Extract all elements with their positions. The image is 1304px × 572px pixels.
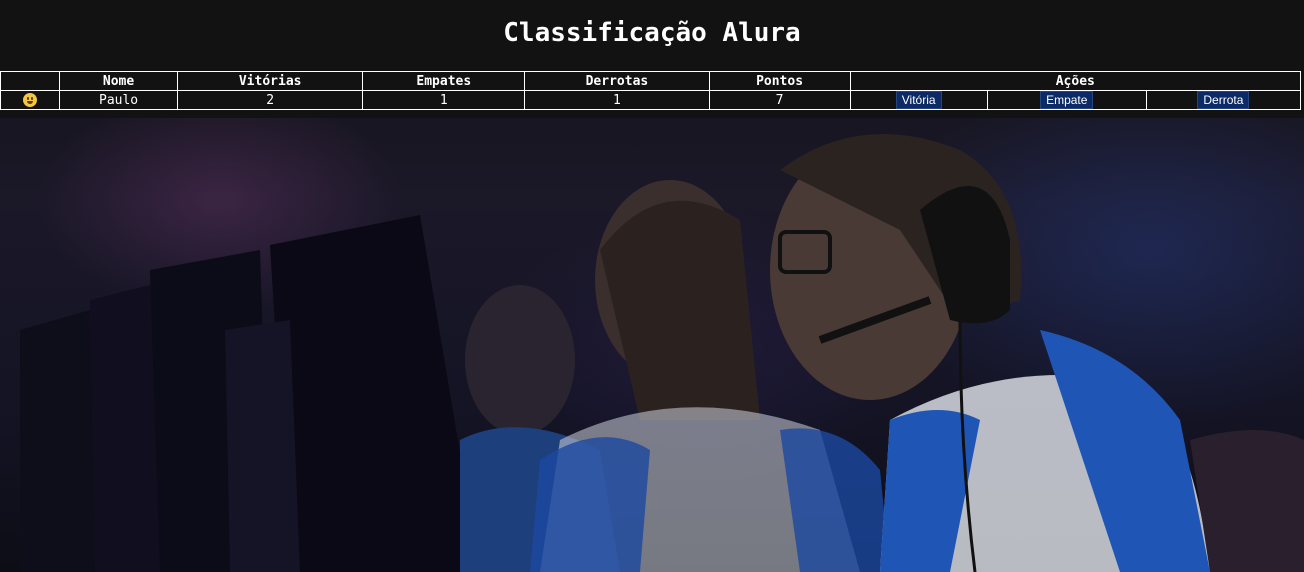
grinning-face-icon	[23, 93, 38, 107]
table-row: Paulo 2 1 1 7 Vitória Empate Derrota	[0, 90, 1302, 110]
ranking-table: Nome Vitórias Empates Derrotas Pontos Aç…	[0, 71, 1302, 110]
table-header-row: Nome Vitórias Empates Derrotas Pontos Aç…	[0, 71, 1302, 91]
action-cell-empate: Empate	[986, 90, 1147, 110]
action-cell-vitoria: Vitória	[849, 90, 988, 110]
header-icon	[0, 71, 61, 91]
player-avatar-cell	[0, 90, 61, 110]
header-nome: Nome	[59, 71, 179, 91]
header-empates: Empates	[362, 71, 526, 91]
player-derrotas: 1	[524, 90, 710, 110]
vitoria-button[interactable]: Vitória	[895, 91, 942, 109]
header-derrotas: Derrotas	[524, 71, 710, 91]
header-pontos: Pontos	[708, 71, 851, 91]
page-title: Classificação Alura	[503, 18, 801, 48]
derrota-button[interactable]: Derrota	[1197, 91, 1250, 109]
player-name: Paulo	[59, 90, 179, 110]
player-pontos: 7	[708, 90, 851, 110]
player-empates: 1	[362, 90, 526, 110]
player-vitorias: 2	[177, 90, 364, 110]
header-vitorias: Vitórias	[177, 71, 364, 91]
header-acoes: Ações	[849, 71, 1302, 91]
empate-button[interactable]: Empate	[1040, 91, 1094, 109]
action-cell-derrota: Derrota	[1145, 90, 1302, 110]
